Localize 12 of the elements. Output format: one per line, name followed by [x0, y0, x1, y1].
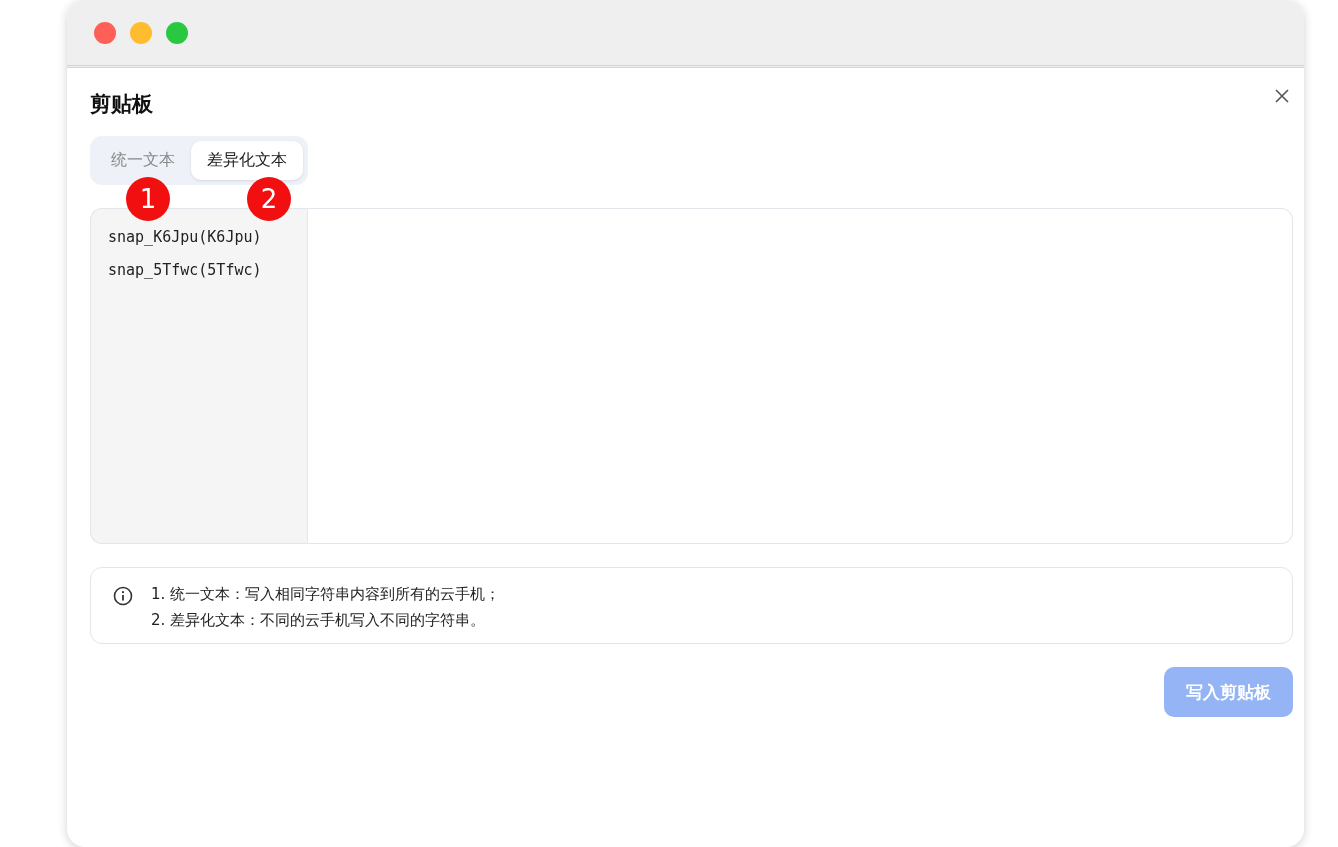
traffic-light-icon[interactable]: [166, 21, 188, 44]
info-text: 2. 差异化文本：不同的云手机写入不同的字符串。: [151, 610, 487, 631]
dialog-title: 剪贴板: [90, 91, 153, 118]
device-item[interactable]: snap_5Tfwc(5Tfwc): [91, 259, 307, 282]
traffic-light-icon[interactable]: [94, 21, 116, 44]
close-icon: [1274, 88, 1290, 104]
text-input-field[interactable]: [308, 208, 1293, 544]
device-item[interactable]: snap_K6Jpu(K6Jpu): [91, 226, 307, 249]
tab[interactable]: 差异化文本: [191, 141, 303, 180]
info-text: 1. 统一文本：写入相同字符串内容到所有的云手机；: [151, 584, 501, 605]
info-icon: [113, 586, 133, 606]
traffic-light-icon[interactable]: [130, 21, 152, 44]
